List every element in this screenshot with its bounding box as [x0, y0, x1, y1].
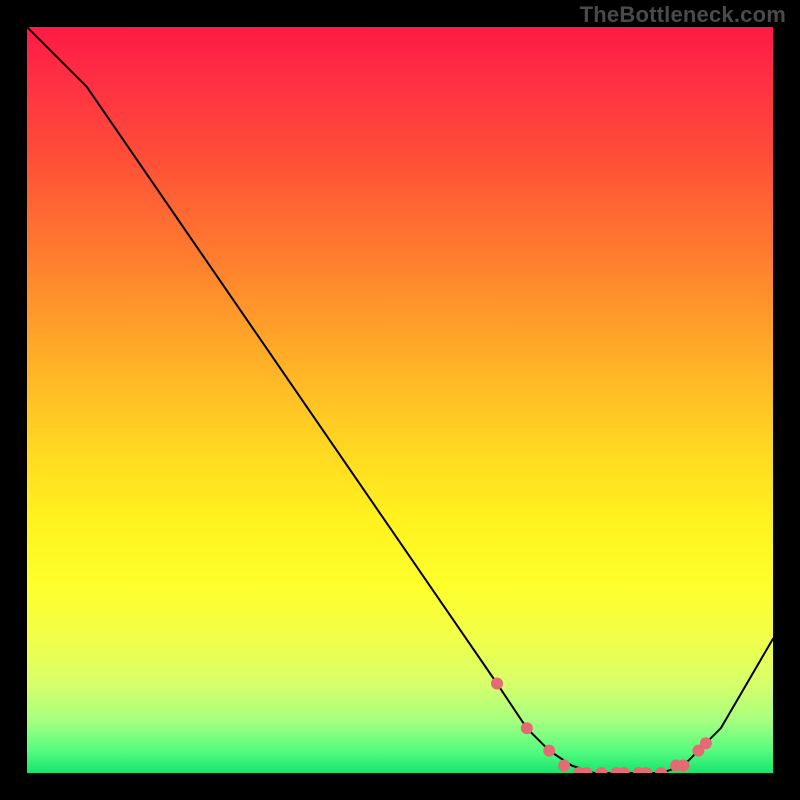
marker-dot	[678, 760, 689, 771]
marker-dot	[559, 760, 570, 771]
marker-dot	[596, 768, 607, 774]
marker-dot	[700, 738, 711, 749]
chart-frame: TheBottleneck.com	[0, 0, 800, 800]
marker-group	[492, 678, 712, 773]
watermark-text: TheBottleneck.com	[580, 2, 786, 28]
marker-dot	[521, 723, 532, 734]
curve-svg	[27, 27, 773, 773]
marker-dot	[656, 768, 667, 774]
marker-dot	[544, 745, 555, 756]
plot-area	[27, 27, 773, 773]
bottleneck-curve	[27, 27, 773, 773]
marker-dot	[492, 678, 503, 689]
